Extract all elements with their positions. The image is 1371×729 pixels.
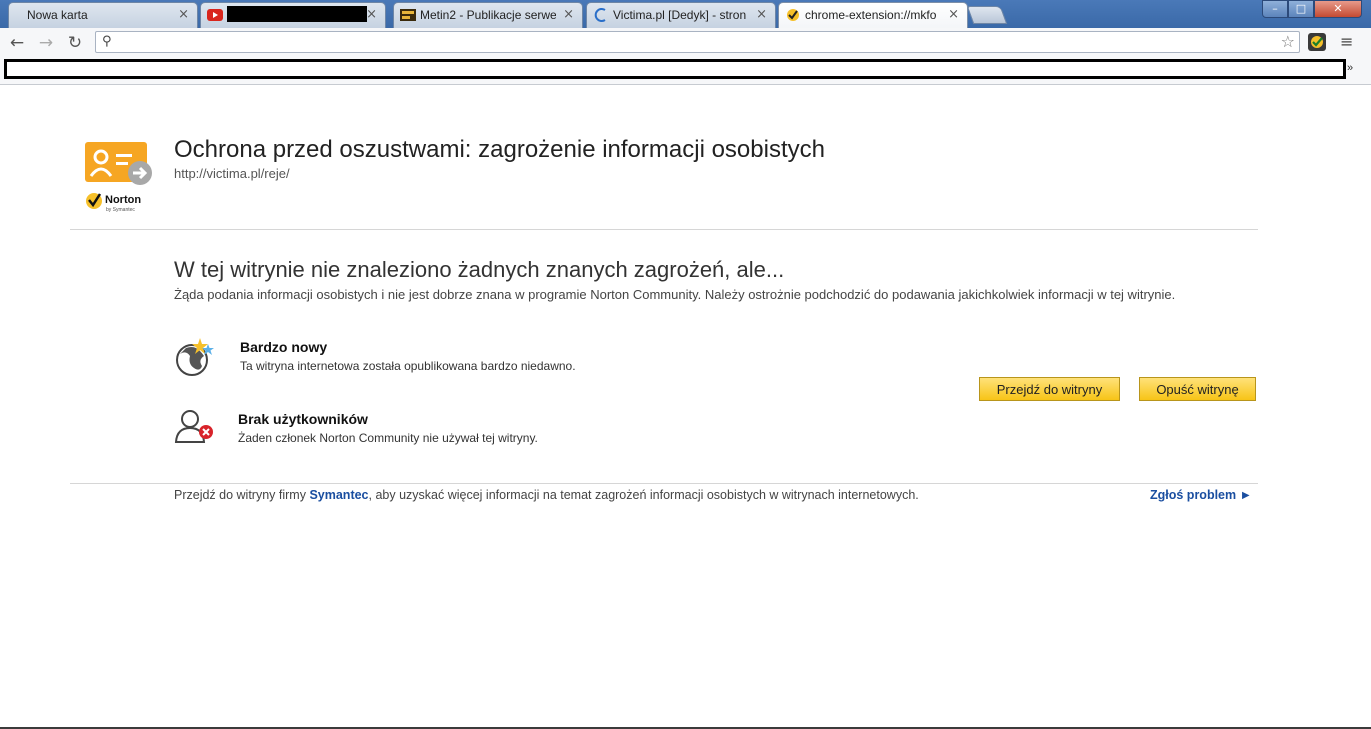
- site-url: http://victima.pl/reje/: [174, 166, 290, 181]
- minimize-button[interactable]: –: [1262, 0, 1288, 18]
- tab-title: Victima.pl [Dedyk] - stron: [613, 8, 747, 22]
- new-site-globe-icon: [176, 338, 214, 376]
- norton-logo-subtext: by Symantec: [106, 207, 135, 213]
- footer-info: Przejdź do witryny firmy Symantec, aby u…: [174, 488, 919, 502]
- forward-button[interactable]: →: [35, 32, 57, 54]
- no-users-icon: [174, 410, 213, 443]
- tab-metin2[interactable]: Metin2 - Publikacje serwer ×: [393, 2, 583, 28]
- tab-title: chrome-extension://mkfo: [805, 8, 937, 22]
- youtube-icon: [207, 9, 223, 21]
- norton-logo-text: Norton: [105, 194, 141, 206]
- tab-chrome-extension[interactable]: chrome-extension://mkfo ×: [778, 2, 968, 29]
- new-tab-button[interactable]: [966, 6, 1008, 24]
- norton-favicon-icon: [787, 9, 799, 21]
- footer-prefix: Przejdź do witryny firmy: [174, 488, 310, 502]
- tab-title: Metin2 - Publikacje serwer: [420, 8, 556, 22]
- leave-site-button[interactable]: Opuść witrynę: [1139, 377, 1256, 401]
- factor-desc-new: Ta witryna internetowa została opublikow…: [240, 359, 576, 373]
- tab-close-icon[interactable]: ×: [756, 7, 767, 22]
- threat-headline: W tej witrynie nie znaleziono żadnych zn…: [174, 257, 785, 282]
- tab-close-icon[interactable]: ×: [178, 7, 189, 22]
- redacted-bookmarks: [4, 59, 1346, 79]
- tab-new-tab[interactable]: Nowa karta ×: [8, 2, 198, 28]
- norton-identity-logo: Norton by Symantec: [85, 142, 152, 213]
- bookmarks-more-icon[interactable]: »: [1347, 62, 1353, 74]
- header-divider: [70, 229, 1258, 230]
- factor-desc-no-users: Żaden członek Norton Community nie używa…: [238, 431, 538, 445]
- tab-title: Nowa karta: [27, 8, 88, 22]
- factor-title-no-users: Brak użytkowników: [238, 411, 368, 427]
- proceed-to-site-button[interactable]: Przejdź do witryny: [979, 377, 1120, 401]
- metin2-favicon-icon: [400, 9, 416, 21]
- close-window-button[interactable]: ✕: [1314, 0, 1362, 18]
- menu-icon[interactable]: ≡: [1340, 32, 1356, 51]
- loading-spinner-icon: [594, 8, 606, 22]
- norton-extension-icon[interactable]: [1308, 33, 1326, 51]
- report-problem-link[interactable]: Zgłoś problem ►: [1150, 488, 1252, 502]
- threat-description: Żąda podania informacji osobistych i nie…: [174, 287, 1176, 302]
- factor-title-new: Bardzo nowy: [240, 339, 328, 355]
- search-icon: ⚲: [102, 34, 112, 49]
- address-bar[interactable]: ⚲ ☆: [95, 31, 1300, 53]
- browser-toolbar: ← → ↻ ⚲ ☆ ≡: [0, 28, 1371, 57]
- symantec-link[interactable]: Symantec: [309, 488, 368, 502]
- redacted-tab-title: [227, 6, 367, 22]
- tab-close-icon[interactable]: ×: [948, 7, 959, 22]
- footer-suffix: , aby uzyskać więcej informacji na temat…: [368, 488, 919, 502]
- back-button[interactable]: ←: [6, 32, 28, 54]
- title-bar: Nowa karta × × Metin2 - Publikacje serwe…: [0, 0, 1371, 29]
- maximize-button[interactable]: □: [1288, 0, 1314, 18]
- tab-close-icon[interactable]: ×: [563, 7, 574, 22]
- page-title: Ochrona przed oszustwami: zagrożenie inf…: [174, 136, 825, 163]
- tab-redacted[interactable]: ×: [200, 2, 386, 28]
- tab-close-icon[interactable]: ×: [366, 7, 377, 22]
- bookmark-star-icon[interactable]: ☆: [1281, 32, 1295, 51]
- reload-button[interactable]: ↻: [64, 32, 86, 54]
- footer-divider: [70, 483, 1258, 484]
- tab-victima[interactable]: Victima.pl [Dedyk] - stron ×: [586, 2, 776, 28]
- bookmarks-bar: »: [0, 57, 1371, 85]
